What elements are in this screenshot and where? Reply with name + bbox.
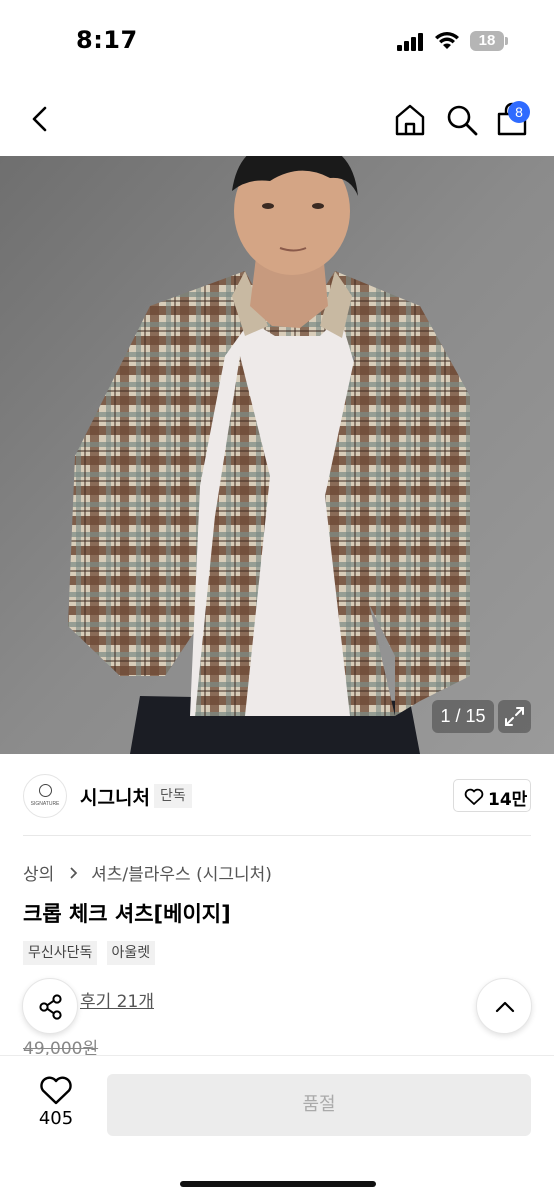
heart-icon [464, 788, 484, 805]
exclusive-tag: 단독 [154, 784, 192, 808]
bottom-purchase-bar: 405 품절 [0, 1055, 554, 1200]
home-indicator [180, 1181, 376, 1187]
brand-like-button[interactable]: 14만 [453, 779, 531, 812]
brand-like-count: 14만 [488, 790, 528, 810]
home-icon[interactable] [392, 102, 428, 138]
brand-name[interactable]: 시그니처 [80, 783, 150, 810]
wishlist-count: 405 [38, 1108, 74, 1129]
product-title: 크롭 체크 셔츠[베이지] [23, 902, 231, 926]
expand-icon [505, 707, 524, 726]
expand-button[interactable] [498, 700, 531, 733]
status-bar: 8:17 18 [0, 0, 554, 84]
brand-logo[interactable]: SIGNATURE [23, 774, 67, 818]
cart-badge: 8 [508, 101, 530, 123]
product-image[interactable] [0, 156, 554, 754]
signal-icon [397, 33, 423, 51]
tag-exclusive: 무신사단독 [23, 941, 98, 965]
chevron-right-icon [70, 866, 77, 879]
tag-outlet: 아울렛 [106, 941, 156, 965]
breadcrumb-category[interactable]: 상의 [23, 860, 54, 885]
scroll-top-button[interactable] [476, 978, 532, 1034]
battery-icon: 18 [470, 31, 508, 51]
wifi-icon [435, 32, 459, 49]
soldout-button[interactable]: 품절 [107, 1074, 531, 1136]
back-icon[interactable] [24, 102, 58, 136]
chevron-up-icon [495, 1001, 515, 1013]
image-counter: 1 / 15 [432, 700, 494, 733]
top-nav-bar [0, 84, 554, 156]
status-time: 8:17 [76, 26, 138, 54]
product-photo [0, 156, 554, 754]
breadcrumb: 상의 셔츠/블라우스 (시그니처) [23, 860, 272, 885]
share-button[interactable] [22, 978, 78, 1034]
brand-row: SIGNATURE 시그니처 단독 14만 [0, 754, 554, 836]
review-link[interactable]: 후기 21개 [80, 987, 154, 1012]
battery-level: 18 [478, 32, 496, 49]
search-icon[interactable] [444, 102, 480, 138]
divider [23, 835, 531, 836]
product-tags: 무신사단독 아울렛 [23, 941, 159, 965]
wishlist-heart-icon[interactable] [39, 1076, 73, 1106]
breadcrumb-subcategory[interactable]: 셔츠/블라우스 (시그니처) [91, 860, 272, 885]
share-icon [39, 994, 62, 1020]
